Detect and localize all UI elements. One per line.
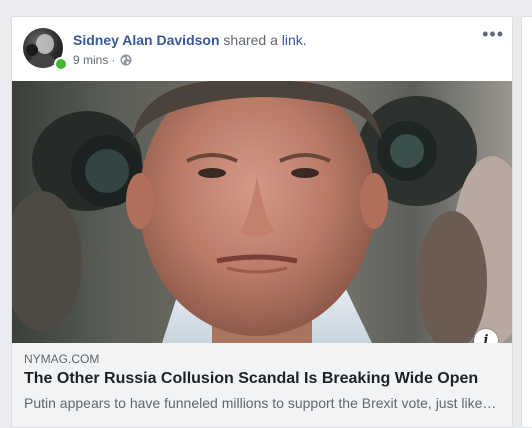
post-meta: 9 mins · [73,53,132,67]
post-action-text: shared a [223,32,278,48]
shared-object-link[interactable]: link. [282,32,307,48]
more-options-icon[interactable]: ••• [482,25,504,43]
globe-icon[interactable] [120,54,132,66]
feed-post: Sidney Alan Davidson shared a link. 9 mi… [11,16,513,428]
post-timestamp[interactable]: 9 mins [73,53,108,67]
link-preview-image[interactable] [12,81,512,343]
adjacent-card [521,16,532,428]
online-status-indicator [54,57,68,71]
author-name-link[interactable]: Sidney Alan Davidson [73,32,220,48]
link-description: Putin appears to have funneled millions … [24,395,497,411]
link-preview-box[interactable]: NYMAG.COM The Other Russia Collusion Sca… [12,343,512,427]
meta-separator: · [111,53,116,67]
post-header: Sidney Alan Davidson shared a link. 9 mi… [12,17,512,81]
link-domain: NYMAG.COM [24,352,100,366]
post-title-line: Sidney Alan Davidson shared a link. [73,32,307,48]
link-title[interactable]: The Other Russia Collusion Scandal Is Br… [24,370,504,388]
